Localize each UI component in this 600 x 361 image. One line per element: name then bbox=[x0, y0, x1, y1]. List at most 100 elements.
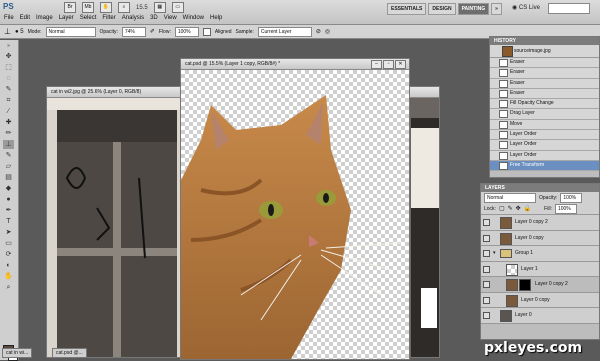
menu-analysis[interactable]: Analysis bbox=[122, 15, 144, 21]
healing-brush-tool-icon[interactable]: ✚ bbox=[3, 118, 14, 127]
3d-rotate-tool-icon[interactable]: ⟳ bbox=[3, 250, 14, 259]
layer-group-row[interactable]: ▾ Group 1 bbox=[481, 246, 599, 262]
document-window-front[interactable]: cat.psd @ 15.5% (Layer 1 copy, RGB/8#) *… bbox=[180, 58, 410, 360]
history-item[interactable]: Eraser bbox=[490, 68, 599, 79]
close-icon[interactable]: ✕ bbox=[395, 60, 406, 69]
marquee-tool-icon[interactable]: ⬚ bbox=[3, 63, 14, 72]
zoom-tool-icon[interactable]: ⌕ bbox=[118, 2, 130, 13]
history-snapshot[interactable]: sourceimage.jpg bbox=[490, 45, 599, 58]
history-item[interactable]: Move bbox=[490, 119, 599, 131]
layer-row[interactable]: Layer 1 bbox=[481, 261, 599, 277]
clone-stamp-preset-icon[interactable]: ⊥ bbox=[4, 27, 11, 36]
eye-icon[interactable] bbox=[483, 250, 490, 257]
pressure-icon[interactable]: ◎ bbox=[325, 28, 330, 35]
history-item[interactable]: Eraser bbox=[490, 88, 599, 100]
ignore-adjustment-icon[interactable]: ⊘ bbox=[316, 28, 321, 35]
visibility-toggle[interactable] bbox=[483, 312, 490, 319]
collapse-tools-icon[interactable]: » bbox=[3, 42, 14, 51]
menu-help[interactable]: Help bbox=[210, 15, 222, 21]
3d-orbit-tool-icon[interactable]: ◐ bbox=[3, 261, 14, 270]
lock-all-icon[interactable]: 🔒 bbox=[524, 205, 531, 212]
move-tool-icon[interactable]: ✥ bbox=[3, 52, 14, 61]
hand-tool-icon[interactable]: ✋ bbox=[3, 272, 14, 281]
history-item[interactable]: Drag Layer bbox=[490, 109, 599, 120]
layer-opacity-field[interactable]: 100% bbox=[560, 192, 583, 203]
menu-file[interactable]: File bbox=[4, 15, 14, 21]
visibility-toggle[interactable] bbox=[483, 296, 490, 304]
group-expand-icon[interactable]: ▾ bbox=[493, 246, 496, 260]
history-item[interactable]: Eraser bbox=[490, 78, 599, 89]
menu-select[interactable]: Select bbox=[80, 15, 97, 21]
history-item[interactable]: Layer Order bbox=[490, 130, 599, 141]
crop-tool-icon[interactable]: ⌗ bbox=[3, 96, 14, 105]
eyedropper-tool-icon[interactable]: ⁄ bbox=[3, 107, 14, 116]
history-tab[interactable]: HISTORY bbox=[490, 37, 599, 45]
layer-row[interactable]: Layer 0 copy bbox=[481, 230, 599, 246]
history-item[interactable]: Eraser bbox=[490, 58, 599, 69]
minimize-icon[interactable]: – bbox=[371, 60, 382, 69]
clone-stamp-tool-icon[interactable]: ⊥ bbox=[3, 140, 14, 149]
lock-pixels-icon[interactable]: ✎ bbox=[508, 205, 513, 212]
history-item[interactable]: Layer Order bbox=[490, 150, 599, 161]
minibridge-icon[interactable]: Mb bbox=[82, 2, 94, 13]
brush-tool-icon[interactable]: ✏ bbox=[3, 129, 14, 138]
shape-tool-icon[interactable]: ▭ bbox=[3, 239, 14, 248]
layer-mask-thumbnail[interactable] bbox=[519, 279, 531, 291]
dodge-tool-icon[interactable]: ● bbox=[3, 195, 14, 204]
eraser-tool-icon[interactable]: ▱ bbox=[3, 162, 14, 171]
menu-image[interactable]: Image bbox=[36, 15, 53, 21]
type-tool-icon[interactable]: T bbox=[3, 217, 14, 226]
history-item[interactable]: Free Transform bbox=[490, 160, 599, 172]
flow-field[interactable]: 100% bbox=[174, 26, 199, 37]
lock-transparency-icon[interactable]: ▢ bbox=[499, 205, 505, 212]
bridge-icon[interactable]: Br bbox=[64, 2, 76, 13]
menu-layer[interactable]: Layer bbox=[59, 15, 74, 21]
menu-window[interactable]: Window bbox=[183, 15, 204, 21]
fill-field[interactable]: 100% bbox=[554, 203, 577, 214]
arrange-documents-icon[interactable]: ▦ bbox=[153, 2, 166, 13]
layer-row[interactable]: Layer 0 copy bbox=[481, 292, 599, 308]
minimized-document[interactable]: cat in wi... bbox=[2, 348, 33, 358]
eye-icon[interactable] bbox=[483, 265, 490, 273]
lasso-tool-icon[interactable]: ◌ bbox=[3, 74, 14, 83]
brush-size-icon[interactable]: ● 5 bbox=[15, 29, 24, 35]
quick-select-tool-icon[interactable]: ✎ bbox=[3, 85, 14, 94]
blend-mode-select[interactable]: Normal bbox=[484, 192, 536, 203]
layers-tab[interactable]: LAYERS bbox=[481, 184, 599, 192]
menu-3d[interactable]: 3D bbox=[150, 15, 158, 21]
lock-position-icon[interactable]: ✥ bbox=[516, 205, 521, 212]
mode-select[interactable]: Normal bbox=[45, 26, 96, 37]
history-item[interactable]: Layer Order bbox=[490, 140, 599, 151]
gradient-tool-icon[interactable]: ▤ bbox=[3, 173, 14, 182]
hand-tool-icon[interactable]: ✋ bbox=[100, 2, 112, 13]
history-item[interactable]: Fill Opacity Change bbox=[490, 99, 599, 110]
path-select-tool-icon[interactable]: ➤ bbox=[3, 228, 14, 237]
blur-tool-icon[interactable]: ◆ bbox=[3, 184, 14, 193]
airbrush-icon[interactable]: ✐ bbox=[150, 28, 155, 35]
minimized-document[interactable]: cat.psd @... bbox=[52, 348, 87, 358]
aligned-checkbox[interactable] bbox=[202, 27, 211, 36]
menu-filter[interactable]: Filter bbox=[102, 15, 115, 21]
help-search-input[interactable] bbox=[548, 3, 590, 14]
workspace-painting[interactable]: PAINTING bbox=[457, 3, 490, 15]
workspace-essentials[interactable]: ESSENTIALS bbox=[387, 3, 427, 15]
zoom-level[interactable]: 15.5 bbox=[136, 5, 148, 11]
eye-icon[interactable] bbox=[483, 281, 490, 288]
cs-live-button[interactable]: ◉ CS Live bbox=[512, 4, 540, 11]
maximize-icon[interactable]: ▫ bbox=[383, 60, 394, 69]
workspace-design[interactable]: DESIGN bbox=[428, 3, 456, 15]
pen-tool-icon[interactable]: ✒ bbox=[3, 206, 14, 215]
layer-row[interactable]: Layer 0 copy 2 bbox=[481, 277, 599, 293]
visibility-toggle[interactable] bbox=[483, 234, 490, 242]
layer-row[interactable]: Layer 0 bbox=[481, 308, 599, 324]
history-brush-tool-icon[interactable]: ✎ bbox=[3, 151, 14, 160]
visibility-toggle[interactable] bbox=[483, 219, 490, 226]
workspace-more-icon[interactable]: » bbox=[491, 3, 502, 15]
menu-view[interactable]: View bbox=[164, 15, 177, 21]
menu-edit[interactable]: Edit bbox=[20, 15, 30, 21]
zoom-tool-icon[interactable]: ⌕ bbox=[3, 283, 14, 292]
opacity-field[interactable]: 74% bbox=[121, 26, 146, 37]
document-canvas[interactable] bbox=[181, 70, 409, 359]
layer-row[interactable]: Layer 0 copy 2 bbox=[481, 215, 599, 231]
sample-select[interactable]: Current Layer bbox=[257, 26, 312, 37]
